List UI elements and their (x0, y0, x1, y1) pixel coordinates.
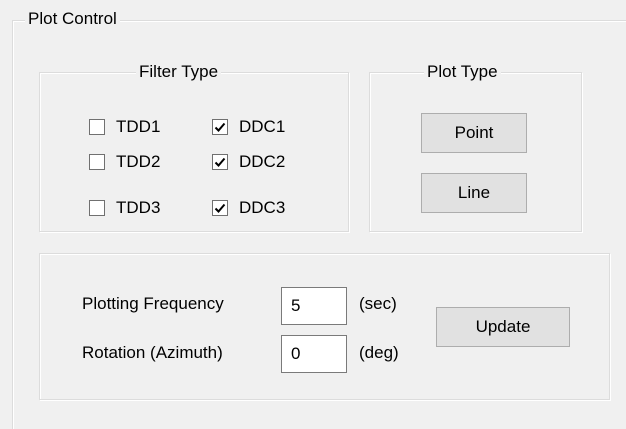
rotation-azimuth-input[interactable]: 0 (281, 335, 347, 373)
checkbox-tdd2-label: TDD2 (116, 152, 161, 171)
checkbox-tdd3-label: TDD3 (116, 198, 161, 217)
checkbox-tdd1[interactable]: TDD1 (89, 116, 160, 138)
checkbox-tdd1-label: TDD1 (116, 117, 161, 136)
checkbox-ddc3[interactable]: DDC3 (212, 197, 285, 219)
rotation-azimuth-label: Rotation (Azimuth) (82, 343, 223, 362)
checkbox-ddc1[interactable]: DDC1 (212, 116, 285, 138)
line-button[interactable]: Line (421, 173, 527, 213)
checkbox-ddc1-label: DDC1 (239, 117, 286, 136)
checkbox-tdd2[interactable]: TDD2 (89, 151, 160, 173)
checkbox-ddc2[interactable]: DDC2 (212, 151, 285, 173)
plot-control-title: Plot Control (25, 9, 120, 29)
plot-type-title: Plot Type (424, 62, 501, 82)
checkbox-tdd2-box[interactable] (89, 154, 105, 170)
point-button[interactable]: Point (421, 113, 527, 153)
filter-type-group: Filter Type (39, 62, 349, 232)
checkbox-ddc2-label: DDC2 (239, 152, 286, 171)
update-button[interactable]: Update (436, 307, 570, 347)
filter-type-title: Filter Type (136, 62, 222, 82)
checkmark-icon (214, 203, 226, 213)
rotation-unit-label: (deg) (359, 343, 399, 362)
checkmark-icon (214, 122, 226, 132)
checkbox-ddc3-box[interactable] (212, 200, 228, 216)
checkbox-ddc2-box[interactable] (212, 154, 228, 170)
checkbox-ddc3-label: DDC3 (239, 198, 286, 217)
checkbox-ddc1-box[interactable] (212, 119, 228, 135)
frequency-unit-label: (sec) (359, 294, 397, 313)
checkmark-icon (214, 157, 226, 167)
checkbox-tdd3[interactable]: TDD3 (89, 197, 160, 219)
plotting-frequency-input[interactable]: 5 (281, 287, 347, 325)
checkbox-tdd1-box[interactable] (89, 119, 105, 135)
plotting-frequency-label: Plotting Frequency (82, 294, 224, 313)
checkbox-tdd3-box[interactable] (89, 200, 105, 216)
